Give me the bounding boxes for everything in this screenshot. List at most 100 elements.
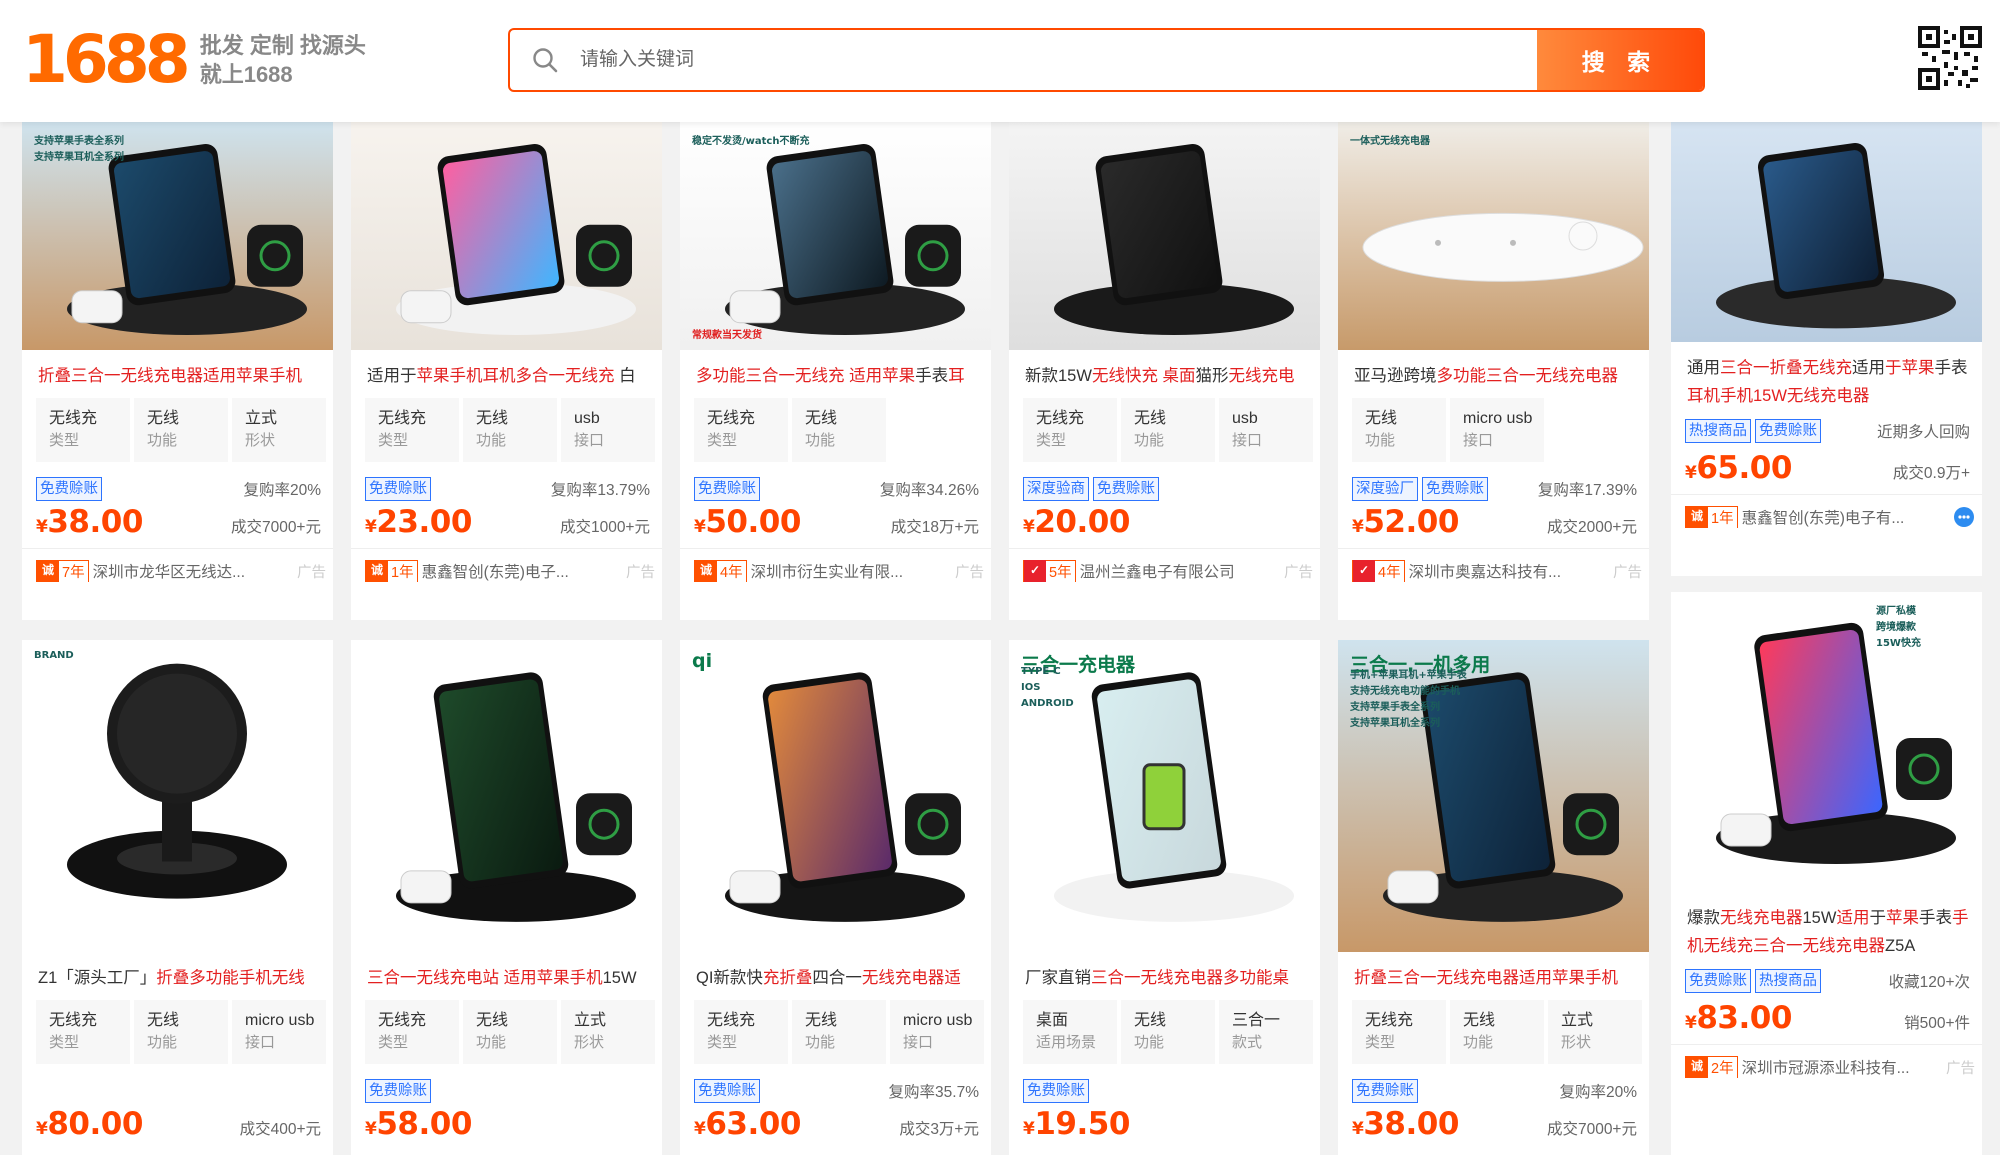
title-segment: 多功能三合一无线充 适用苹果 — [696, 367, 916, 385]
product-image[interactable] — [351, 122, 662, 350]
attribute-cell: 无线充 类型 — [36, 1000, 130, 1064]
product-title[interactable]: 厂家直销三合一无线充电器多功能桌 — [1025, 964, 1310, 992]
service-tag[interactable]: 深度验商 — [1023, 477, 1089, 501]
service-tag[interactable]: 免费赊账 — [1685, 969, 1751, 993]
product-card[interactable]: 三合一.一机多用 手机+苹果耳机+苹果手表 支持无线充电功能的手机 支持苹果手表全系列… — [1338, 640, 1649, 1155]
company-name[interactable]: 温州兰鑫电子有限公司 — [1080, 560, 1276, 582]
product-card[interactable]: 新款15W无线快充 桌面猫形无线充电 无线充 类型 无线 功能 usb 接口 深度验商 免费赊账… — [1009, 122, 1320, 620]
attribute-label: 接口 — [574, 432, 605, 449]
product-card[interactable]: 三合一充电器 TYPE-C IOS ANDROID 厂家直销三合一无线充电器多功能桌 桌面… — [1009, 640, 1320, 1155]
product-attributes: 无线充 类型 无线 功能 立式 形状 — [1352, 1000, 1642, 1064]
service-tag[interactable]: 深度验厂 — [1352, 477, 1418, 501]
price-value: 80.00 — [47, 1106, 143, 1142]
seller-row[interactable]: ✓ 4年 深圳市奥嘉达科技有... 广告 — [1352, 558, 1642, 584]
product-card[interactable]: 稳定不发烫/watch不断充 常规款当天发货 多功能三合一无线充 适用苹果手表耳 无线… — [680, 122, 991, 620]
company-name[interactable]: 深圳市衍生实业有限... — [751, 560, 947, 582]
service-tag[interactable]: 免费赊账 — [365, 1079, 431, 1103]
seller-row[interactable]: ✓ 5年 温州兰鑫电子有限公司 广告 — [1023, 558, 1313, 584]
product-title[interactable]: 多功能三合一无线充 适用苹果手表耳 — [696, 362, 981, 390]
product-image[interactable]: BRAND — [22, 640, 333, 952]
product-title[interactable]: 三合一无线充电站 适用苹果手机15W — [367, 964, 652, 992]
product-card[interactable]: 三合一无线充电站 适用苹果手机15W 无线充 类型 无线 功能 立式 形状 免费赊账 ¥58.0… — [351, 640, 662, 1155]
product-title[interactable]: 爆款无线充电器15W适用于苹果手表手机无线充三合一无线充电器Z5A — [1687, 904, 1972, 960]
product-title[interactable]: Z1「源头工厂」折叠多功能手机无线 — [38, 964, 323, 992]
product-card[interactable]: 支持苹果手表全系列 支持苹果耳机全系列 折叠三合一无线充电器适用苹果手机 无线充 类型无… — [22, 122, 333, 620]
product-image[interactable]: 支持苹果手表全系列 支持苹果耳机全系列 — [22, 122, 333, 350]
service-tag[interactable]: 免费赊账 — [694, 1079, 760, 1103]
product-title[interactable]: 折叠三合一无线充电器适用苹果手机 — [38, 362, 323, 390]
seller-row[interactable]: 诚 4年 深圳市衍生实业有限... 广告 — [694, 558, 984, 584]
product-image[interactable] — [1009, 122, 1320, 350]
attribute-label: 类型 — [378, 1034, 409, 1051]
company-name[interactable]: 惠鑫智创(东莞)电子有... — [1742, 506, 1949, 528]
product-image[interactable]: 稳定不发烫/watch不断充 常规款当天发货 — [680, 122, 991, 350]
company-name[interactable]: 深圳市奥嘉达科技有... — [1409, 560, 1605, 582]
company-name[interactable]: 深圳市冠源添业科技有... — [1742, 1056, 1938, 1078]
card-divider — [1009, 548, 1320, 549]
product-card[interactable]: 源厂私模 跨境爆款 15W快充爆款无线充电器15W适用于苹果手表手机无线充三合一无线… — [1671, 592, 1982, 1155]
seller-row[interactable]: 诚 2年 深圳市冠源添业科技有... 广告 — [1685, 1054, 1975, 1080]
chat-icon[interactable] — [1953, 506, 1975, 528]
attribute-label: 功能 — [147, 1034, 178, 1051]
price-row: ¥50.00 成交18万+元 — [694, 504, 979, 544]
seller-row[interactable]: 诚 7年 深圳市龙华区无线达... 广告 — [36, 558, 326, 584]
title-segment: 折叠多功能手机无线 — [156, 969, 305, 987]
product-image[interactable]: 源厂私模 跨境爆款 15W快充 — [1671, 592, 1982, 892]
product-title[interactable]: 通用三合一折叠无线充适用于苹果手表耳机手机15W无线充电器 — [1687, 354, 1972, 410]
product-price: ¥19.50 — [1023, 1106, 1130, 1142]
product-card[interactable]: 通用三合一折叠无线充适用于苹果手表耳机手机15W无线充电器 热搜商品 免费赊账 近期多… — [1671, 122, 1982, 576]
currency-symbol: ¥ — [36, 1119, 48, 1139]
product-image[interactable]: 三合一充电器 TYPE-C IOS ANDROID — [1009, 640, 1320, 952]
ad-label: 广告 — [955, 564, 984, 581]
service-tag[interactable]: 免费赊账 — [1352, 1079, 1418, 1103]
site-logo[interactable]: 1688 批发 定制 找源头 就上1688 — [22, 24, 366, 96]
ad-label: 广告 — [1613, 564, 1642, 581]
title-segment: 爆款 — [1687, 909, 1720, 927]
title-segment: 亚马逊跨境 — [1354, 367, 1437, 385]
attribute-label: 款式 — [1232, 1034, 1263, 1051]
attribute-cell: micro usb 接口 — [1450, 398, 1544, 462]
product-title[interactable]: 新款15W无线快充 桌面猫形无线充电 — [1025, 362, 1310, 390]
service-tag[interactable]: 免费赊账 — [694, 477, 760, 501]
product-title[interactable]: 亚马逊跨境多功能三合一无线充电器 — [1354, 362, 1639, 390]
qr-code-icon[interactable] — [1918, 26, 1982, 90]
company-name[interactable]: 惠鑫智创(东莞)电子... — [422, 560, 618, 582]
service-tag[interactable]: 热搜商品 — [1685, 419, 1751, 443]
logo-text: 1688 — [22, 21, 191, 98]
product-title[interactable]: 适用于苹果手机耳机多合一无线充 白 — [367, 362, 652, 390]
title-segment: 无线快充 桌面 — [1091, 367, 1196, 385]
product-image[interactable]: 一体式无线充电器 — [1338, 122, 1649, 350]
service-tag[interactable]: 免费赊账 — [1755, 419, 1821, 443]
product-image[interactable]: qi — [680, 640, 991, 952]
service-tag[interactable]: 免费赊账 — [36, 477, 102, 501]
seller-row[interactable]: 诚 1年 惠鑫智创(东莞)电子有... — [1685, 504, 1975, 530]
product-photo — [1671, 592, 1982, 892]
company-name[interactable]: 深圳市龙华区无线达... — [93, 560, 289, 582]
service-tag[interactable]: 免费赊账 — [1093, 477, 1159, 501]
search-button[interactable]: 搜 索 — [1537, 30, 1703, 90]
product-image[interactable] — [1671, 122, 1982, 342]
search-input[interactable] — [580, 30, 1537, 90]
service-tag[interactable]: 热搜商品 — [1755, 969, 1821, 993]
product-card[interactable]: qi QI新款快充折叠四合一无线充电器适 无线充 类型 无线 功能 micro usb 接口免… — [680, 640, 991, 1155]
product-card[interactable]: 适用于苹果手机耳机多合一无线充 白无线充 类型 无线 功能 usb 接口 免费赊账 复购率13… — [351, 122, 662, 620]
product-image[interactable]: 三合一.一机多用 手机+苹果耳机+苹果手表 支持无线充电功能的手机 支持苹果手表全系列… — [1338, 640, 1649, 952]
title-segment: 15W — [602, 969, 637, 987]
product-title[interactable]: QI新款快充折叠四合一无线充电器适 — [696, 964, 981, 992]
service-tag[interactable]: 免费赊账 — [1422, 477, 1488, 501]
membership-years: 2年 — [1708, 1056, 1737, 1078]
membership-badge: 诚 1年 — [365, 560, 418, 582]
card-divider — [1671, 1044, 1982, 1045]
product-photo — [680, 122, 991, 350]
service-tag[interactable]: 免费赊账 — [365, 477, 431, 501]
title-segment: 无线充电器 — [1720, 909, 1803, 927]
seller-row[interactable]: 诚 1年 惠鑫智创(东莞)电子... 广告 — [365, 558, 655, 584]
repurchase-rate: 复购率20% — [1559, 1084, 1637, 1101]
service-tag[interactable]: 免费赊账 — [1023, 1079, 1089, 1103]
product-card[interactable]: BRAND Z1「源头工厂」折叠多功能手机无线 无线充 类型 无线 功能 micro usb… — [22, 640, 333, 1155]
product-title[interactable]: 折叠三合一无线充电器适用苹果手机 — [1354, 964, 1639, 992]
product-image[interactable] — [351, 640, 662, 952]
product-card[interactable]: 一体式无线充电器 亚马逊跨境多功能三合一无线充电器 无线 功能 micro usb 接口深… — [1338, 122, 1649, 620]
sales-volume: 成交3万+元 — [899, 1121, 979, 1138]
tag-row: 免费赊账 — [1023, 1078, 1308, 1104]
